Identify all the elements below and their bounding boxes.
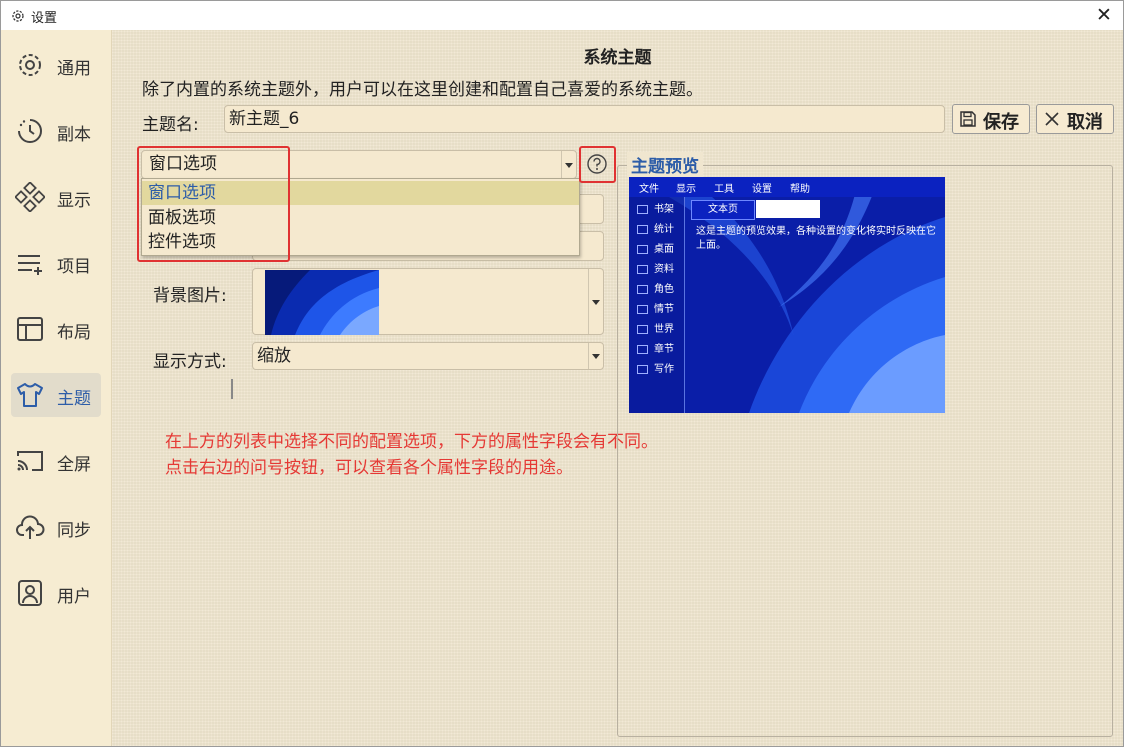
sidebar-item-label: 同步 [57,521,91,541]
sidebar: 通用 副本 显示 项目 布局 主题 全屏 同步 用户 [1,30,112,746]
annotation-box-options [137,146,290,262]
sidebar-item-label: 用户 [57,587,91,607]
close-icon[interactable]: ✕ [1092,4,1116,26]
save-icon [960,111,976,127]
cancel-button[interactable]: 取消 [1036,104,1114,134]
sidebar-item-project[interactable]: 项目 [1,241,111,285]
preview-side-item: 写作 [637,360,674,375]
preview-menu-item: 设置 [752,184,772,195]
cancel-button-label: 取消 [1067,112,1103,133]
layout-icon [17,317,43,341]
sidebar-item-label: 显示 [57,191,91,211]
clock-icon [18,119,42,143]
diamonds-icon [15,182,45,212]
cloud-upload-icon [16,515,45,539]
display-mode-label: 显示方式: [153,352,227,372]
preview-side-item: 章节 [637,340,674,355]
tshirt-icon [17,383,43,407]
sidebar-item-label: 主题 [57,389,91,409]
annotation-box-help [579,146,616,183]
display-mode-select[interactable]: 缩放 [252,342,604,370]
annotation-note-1: 在上方的列表中选择不同的配置选项，下方的属性字段会有不同。 [165,432,658,452]
bg-image-label: 背景图片: [153,286,227,306]
preview-side-item: 统计 [637,220,674,235]
preview-menu-item: 工具 [714,184,734,195]
sidebar-item-theme[interactable]: 主题 [11,373,101,417]
sidebar-item-label: 全屏 [57,455,91,475]
preview-sidebar: 书架 统计 桌面 资料 角色 情节 世界 章节 写作 [629,197,685,413]
sidebar-item-label: 通用 [57,59,91,79]
title-bar: 设置 ✕ [1,1,1123,30]
display-mode-value: 缩放 [257,346,291,366]
preview-side-item: 资料 [637,260,674,275]
gear-icon [12,10,24,22]
main-panel: 系统主题 除了内置的系统主题外，用户可以在这里创建和配置自己喜爱的系统主题。 主… [112,30,1123,746]
close-icon [1045,112,1059,126]
sidebar-item-label: 布局 [57,323,91,343]
sidebar-item-copy[interactable]: 副本 [1,109,111,153]
preview-tab: 文本页 [691,200,755,220]
save-button-label: 保存 [983,112,1019,133]
preview-side-item: 世界 [637,320,674,335]
sidebar-item-sync[interactable]: 同步 [1,505,111,549]
preview-menu-item: 显示 [676,184,696,195]
chevron-down-icon[interactable] [561,151,576,178]
sidebar-item-label: 项目 [57,257,91,277]
preview-title: 主题预览 [627,152,703,177]
sidebar-item-fullscreen[interactable]: 全屏 [1,439,111,483]
wallpaper-thumbnail [265,270,379,335]
gear-icon [19,54,41,76]
list-add-icon [18,255,42,275]
save-button[interactable]: 保存 [952,104,1030,134]
page-description: 除了内置的系统主题外，用户可以在这里创建和配置自己喜爱的系统主题。 [142,80,703,100]
splitter-handle[interactable] [231,379,233,399]
preview-side-item: 情节 [637,300,674,315]
preview-menubar: 文件 显示 工具 设置 帮助 [629,177,945,197]
preview-body-text: 这是主题的预览效果，各种设置的变化将实时反映在它上面。 [696,226,936,251]
user-icon [18,580,42,606]
preview-side-item: 角色 [637,280,674,295]
annotation-note-2: 点击右边的问号按钮，可以查看各个属性字段的用途。 [165,458,573,478]
preview-menu-item: 帮助 [790,184,810,195]
theme-name-input[interactable]: 新主题_6 [224,105,945,133]
sidebar-item-label: 副本 [57,125,91,145]
theme-preview: 文件 显示 工具 设置 帮助 书架 统计 桌面 资料 角色 情节 世界 章节 写… [629,177,945,413]
chevron-down-icon[interactable] [588,343,603,369]
sidebar-item-display[interactable]: 显示 [1,175,111,219]
preview-side-item: 书架 [637,200,674,215]
preview-side-item: 桌面 [637,240,674,255]
cast-icon [17,451,43,471]
preview-menu-item: 文件 [639,184,659,195]
sidebar-item-layout[interactable]: 布局 [1,307,111,351]
sidebar-item-general[interactable]: 通用 [1,43,111,87]
bg-image-picker[interactable] [252,268,604,335]
settings-window: 设置 ✕ 通用 副本 显示 项目 布局 主题 全屏 同步 用户 系统主题 除了内… [0,0,1124,747]
preview-tab-blank [756,200,820,218]
page-title: 系统主题 [583,48,652,68]
window-title: 设置 [31,11,58,26]
theme-name-label: 主题名: [142,115,199,135]
sidebar-item-user[interactable]: 用户 [1,571,111,615]
chevron-down-icon[interactable] [588,269,603,334]
